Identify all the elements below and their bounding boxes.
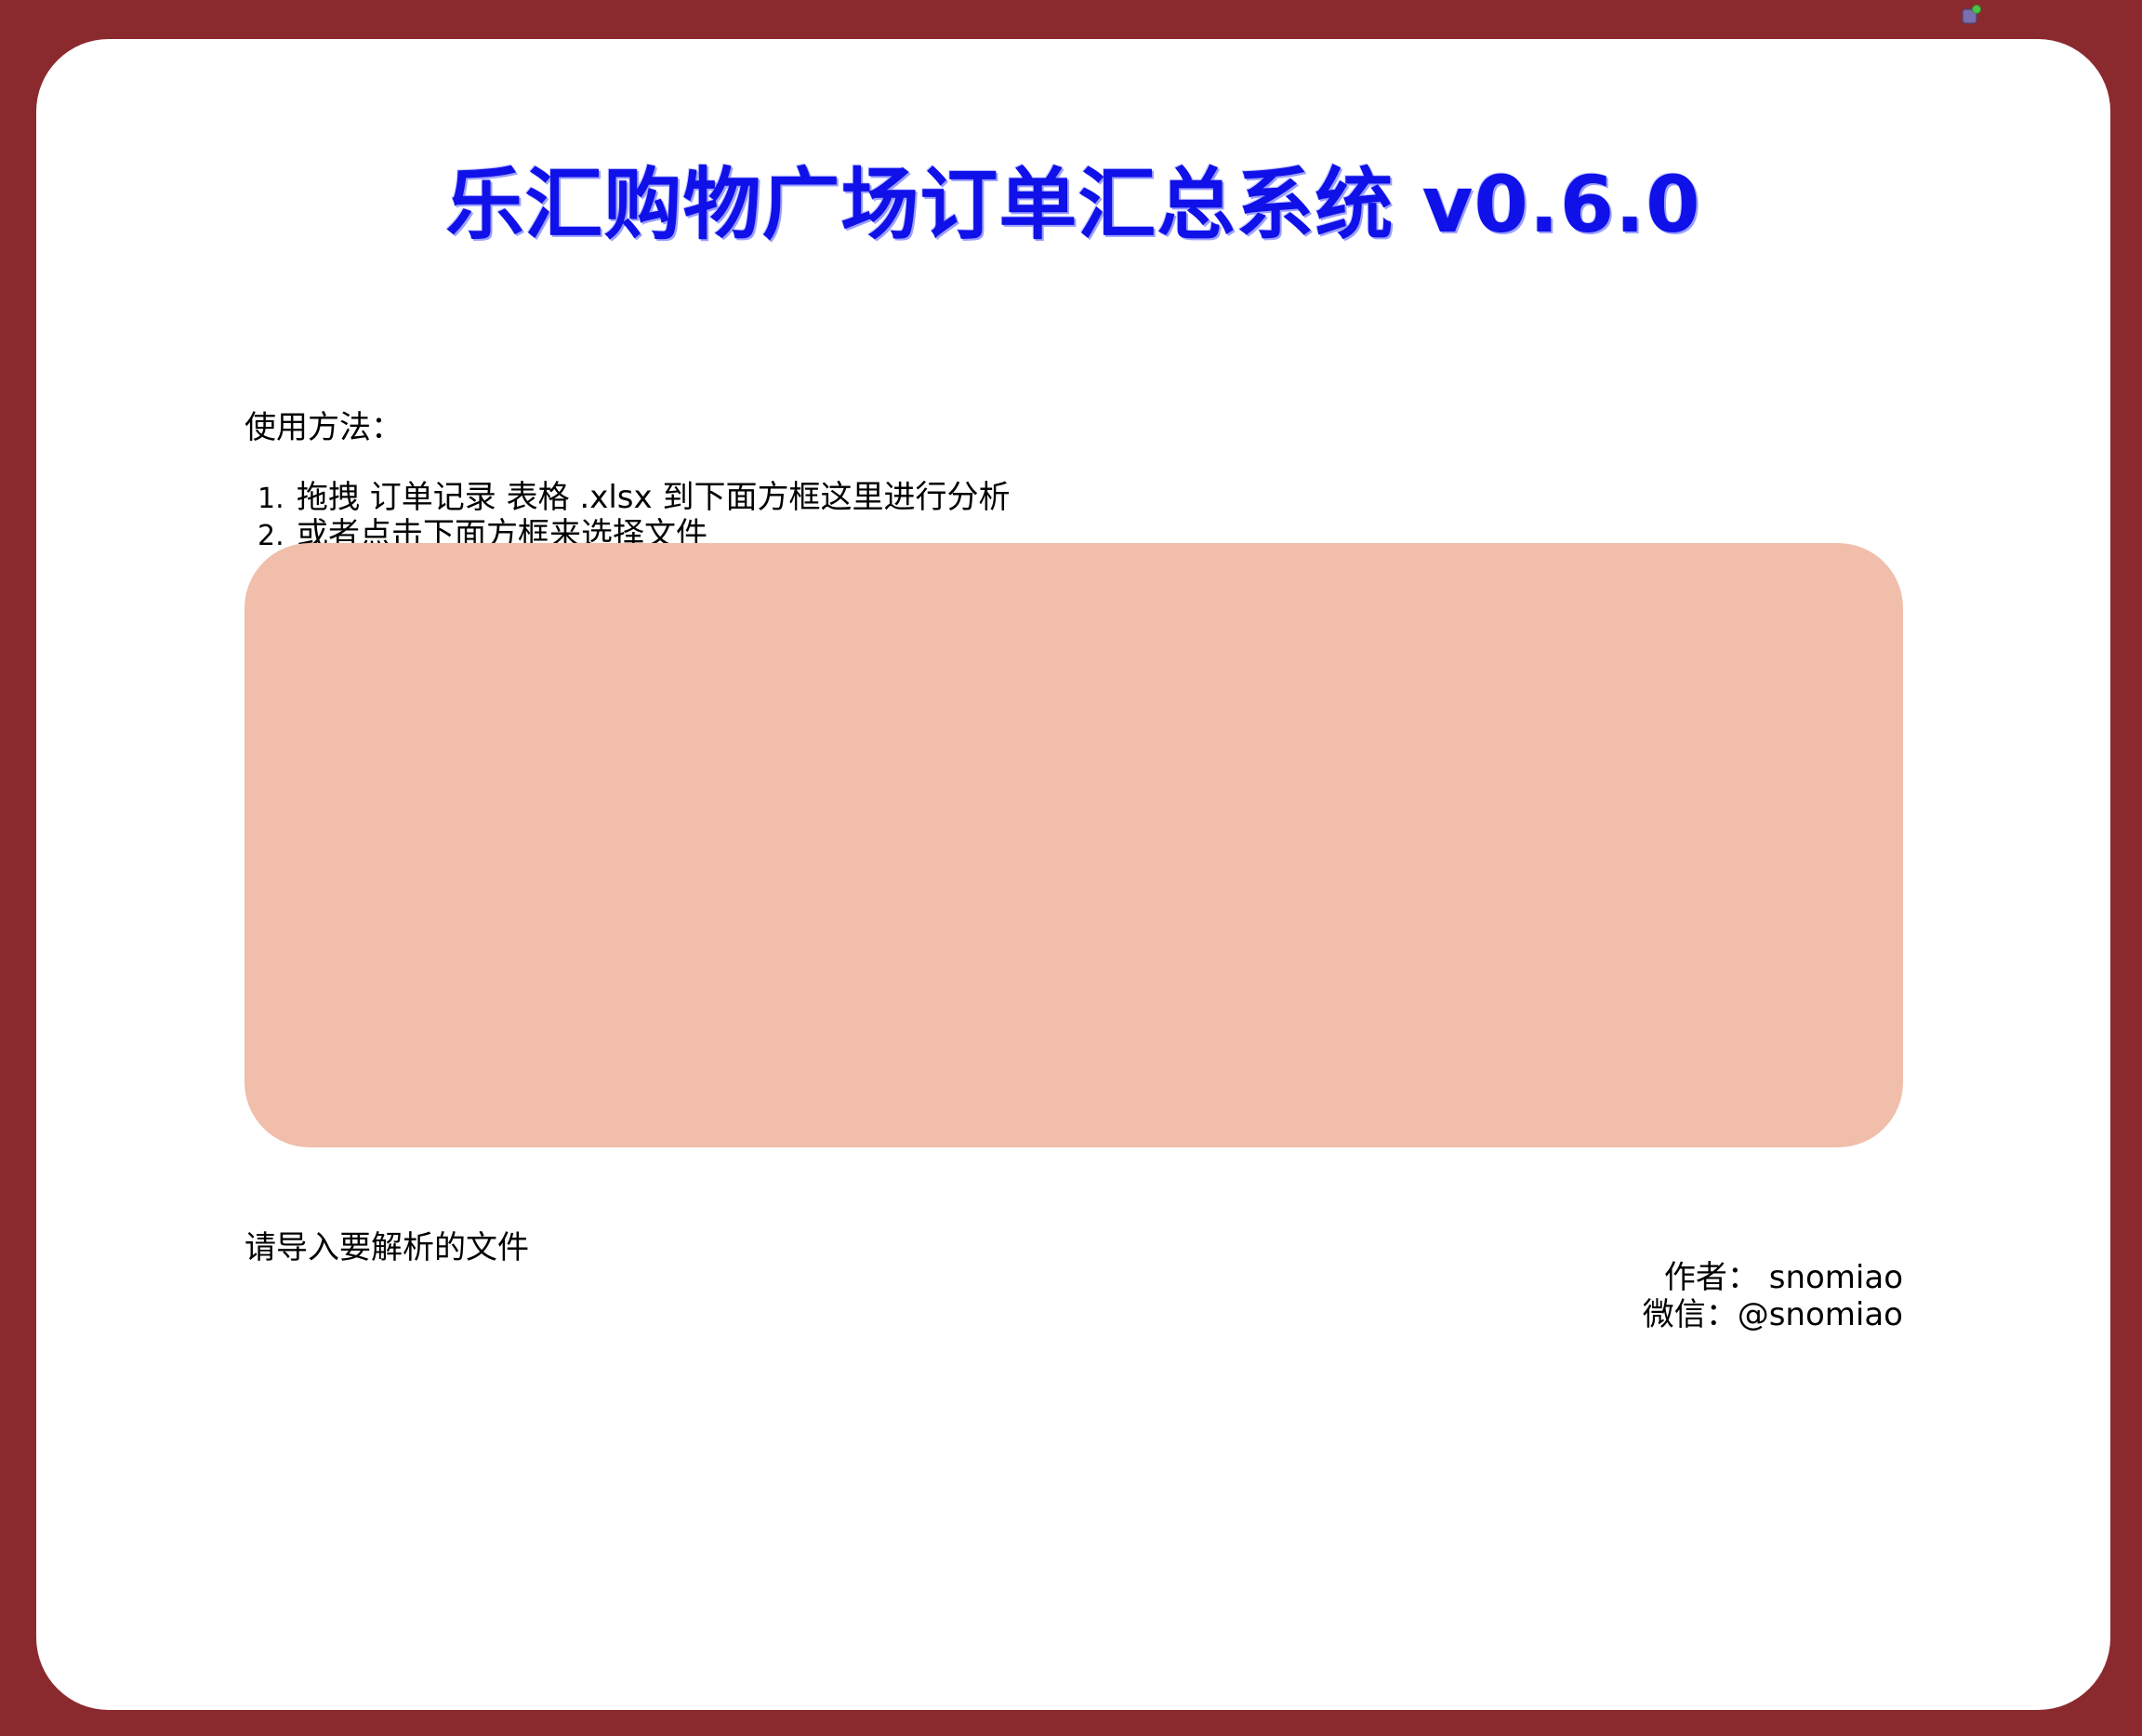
extension-badge-icon[interactable] (1962, 5, 1982, 25)
page-title: 乐汇购物广场订单汇总系统 v0.6.0 (445, 159, 1701, 250)
file-drop-zone[interactable] (245, 543, 1903, 1147)
status-message: 请导入要解析的文件 (245, 1229, 529, 1266)
author-wechat: 微信：@snomiao (1642, 1296, 1903, 1333)
usage-steps-list: 1. 拖拽 订单记录 表格 .xlsx 到下面方框这里进行分析 2. 或者点击下… (245, 471, 1010, 553)
author-name: 作者： snomiao (1663, 1259, 1903, 1296)
usage-step: 1. 拖拽 订单记录 表格 .xlsx 到下面方框这里进行分析 (245, 471, 1010, 516)
usage-heading: 使用方法： (245, 409, 403, 446)
usage-step-number: 1. (258, 483, 284, 515)
author-info: 作者： snomiao 微信：@snomiao (1643, 1259, 1903, 1333)
main-card: 乐汇购物广场订单汇总系统 v0.6.0 使用方法： 1. 拖拽 订单记录 表格 … (36, 39, 2110, 1710)
